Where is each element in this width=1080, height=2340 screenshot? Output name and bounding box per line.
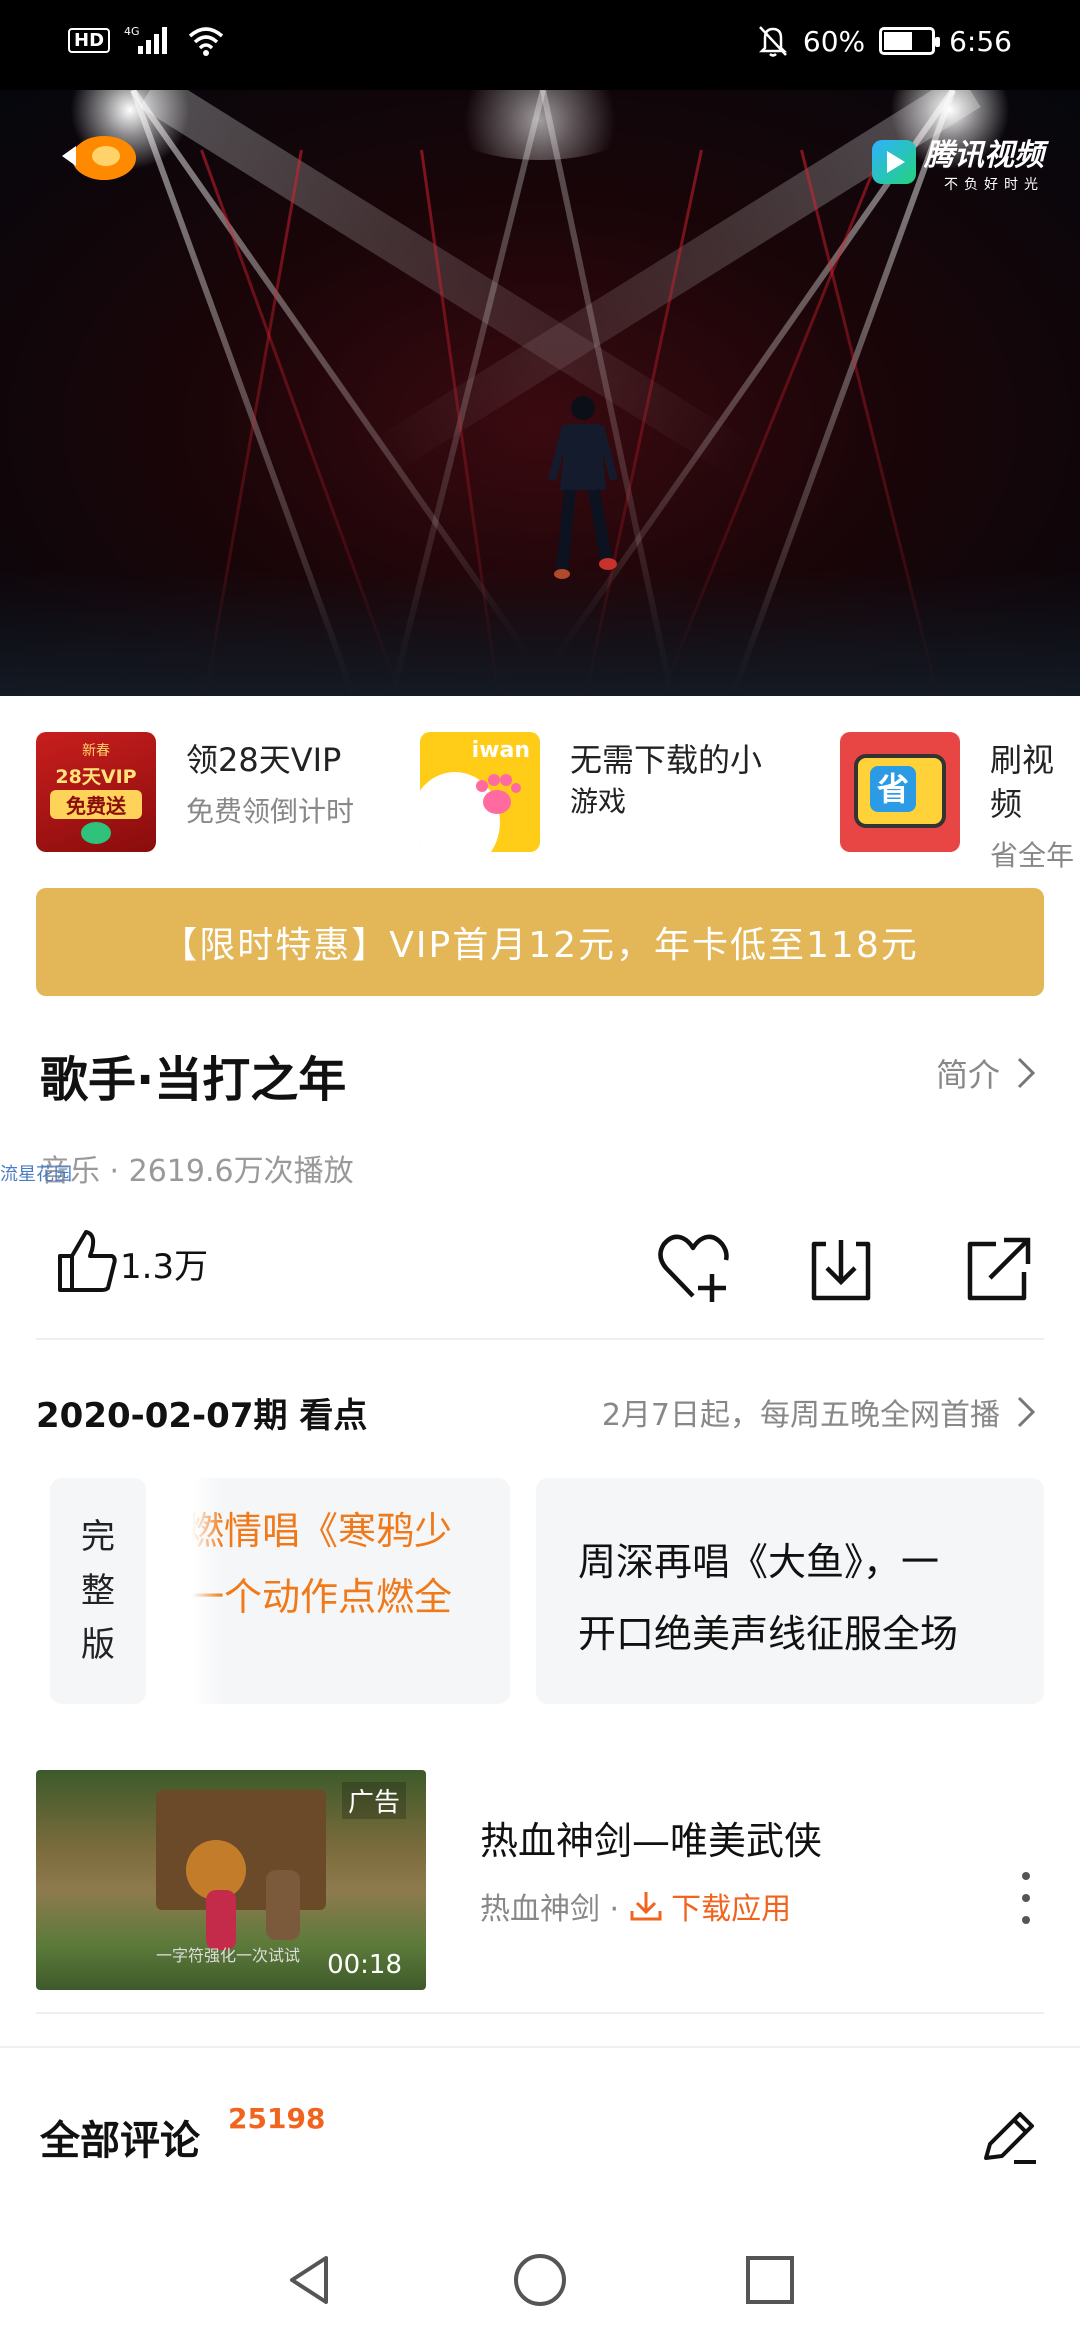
ad-badge: 广告 <box>341 1782 406 1819</box>
promo-subtitle: 省全年 <box>990 839 1075 872</box>
episode-title: 2020-02-07期 看点 <box>36 1396 368 1436</box>
comments-title: 全部评论 <box>40 2118 200 2164</box>
show-meta: 音乐 · 2619.6万次播放 <box>40 1154 354 1189</box>
network-label: 4G <box>124 25 140 38</box>
ad-scene-character <box>266 1870 300 1940</box>
clip-title-line: 开口绝美声线征服全场 <box>578 1612 959 1656</box>
vip-offer-banner[interactable]: 【限时特惠】VIP首月12元，年卡低至118元 <box>36 888 1044 996</box>
battery-percent: 60% <box>802 24 866 58</box>
like-button[interactable]: 1.3万 <box>56 1228 208 1294</box>
promo-title: 无需下载的小 <box>570 741 763 779</box>
favorite-add-icon[interactable] <box>656 1232 730 1306</box>
platform-slogan: 不负好时光 <box>944 177 1044 193</box>
tv-save-icon: 省 <box>840 732 960 852</box>
ad-scene-building <box>156 1790 326 1910</box>
promo-save[interactable]: 省 刷视频 省全年 <box>840 732 1080 876</box>
edit-comment-icon[interactable] <box>978 2106 1040 2168</box>
like-count: 1.3万 <box>120 1247 209 1287</box>
clip-title-line: 燃情唱《寒鸦少 <box>192 1509 453 1553</box>
chevron-right-icon <box>1017 1057 1036 1089</box>
platform-name: 腾讯视频 <box>924 138 1044 173</box>
paw-icon <box>476 774 521 814</box>
promo-thumb-main: 28天VIP <box>55 766 137 788</box>
show-title: 歌手·当打之年 <box>40 1052 347 1108</box>
wifi-icon <box>188 27 224 56</box>
promo-vip[interactable]: 新春 28天VIP 免费送 领28天VIP 免费领倒计时 <box>36 732 354 852</box>
home-icon[interactable] <box>510 2250 570 2310</box>
video-player[interactable]: 腾讯视频 不负好时光 <box>0 90 1080 696</box>
stage-floor <box>0 570 1080 696</box>
recents-icon[interactable] <box>740 2250 800 2310</box>
promo-title: 领28天VIP <box>186 741 342 779</box>
intro-label: 简介 <box>935 1056 1000 1094</box>
ad-caption: 一字符强化一次试试 <box>156 1946 301 1965</box>
ad-download-button[interactable]: 下载应用 <box>629 1884 791 1928</box>
full-version-char: 完 <box>81 1517 115 1557</box>
chevron-right-icon <box>1017 1396 1036 1428</box>
promo-thumb-top: 新春 <box>82 743 110 759</box>
clock: 6:56 <box>949 24 1012 58</box>
back-icon[interactable] <box>280 2250 340 2310</box>
divider <box>36 2012 1044 2014</box>
ad-scene-character <box>206 1890 236 1950</box>
highlight-clip[interactable]: 燃情唱《寒鸦少 一个动作点燃全 <box>192 1478 510 1704</box>
promo-title: 刷视频 <box>990 741 1055 823</box>
singer-figure <box>548 396 618 579</box>
iwan-games-icon: iwan <box>420 732 540 852</box>
promo-subtitle: 免费领倒计时 <box>186 795 355 828</box>
system-nav-bar <box>0 2230 1080 2340</box>
ad-download-label: 下载应用 <box>671 1892 792 1927</box>
comments-count: 25198 <box>228 2102 326 2135</box>
download-icon <box>630 1892 662 1921</box>
tencent-video-logo: 腾讯视频 不负好时光 <box>872 130 1044 194</box>
episode-schedule-link[interactable]: 2月7日起，每周五晚全网首播 <box>602 1390 1036 1434</box>
download-icon[interactable] <box>804 1232 878 1306</box>
hd-badge: HD <box>68 27 111 53</box>
promo-thumb-bottom: 免费送 <box>50 790 142 819</box>
ad-title[interactable]: 热血神剑—唯美武侠 <box>480 1810 822 1865</box>
share-icon[interactable] <box>960 1232 1034 1306</box>
clip-title-line: 一个动作点燃全 <box>192 1575 453 1619</box>
divider <box>0 2046 1080 2048</box>
scroll-fade <box>192 1478 222 1704</box>
full-version-char: 整 <box>81 1571 115 1611</box>
signal-icon: 4G <box>124 25 168 54</box>
ad-source-row: 热血神剑 · 下载应用 <box>480 1884 791 1928</box>
clip-title-line: 周深再唱《大鱼》，一 <box>578 1540 940 1584</box>
divider <box>36 1338 1044 1340</box>
ad-video-thumbnail[interactable]: 广告 一字符强化一次试试 00:18 <box>36 1770 426 1990</box>
promo-subtitle: 游戏 <box>570 785 627 818</box>
intro-link[interactable]: 简介 <box>936 1050 1036 1096</box>
iwan-label: iwan <box>471 738 530 763</box>
episode-schedule: 2月7日起，每周五晚全网首播 <box>601 1398 1000 1433</box>
tv-save-label: 省 <box>870 766 916 812</box>
mango-tv-logo <box>62 136 136 180</box>
watermark-text: 流星花园 <box>0 1164 72 1185</box>
battery-level <box>884 32 912 50</box>
ad-source: 热血神剑 · <box>480 1892 620 1927</box>
full-version-tab[interactable]: 完 整 版 <box>50 1478 146 1704</box>
more-options-icon[interactable] <box>1020 1872 1032 1924</box>
promo-minigames[interactable]: iwan 无需下载的小 游戏 <box>420 732 762 852</box>
battery-icon <box>879 27 941 55</box>
highlight-clip[interactable]: 周深再唱《大鱼》，一 开口绝美声线征服全场 <box>536 1478 1044 1704</box>
thumbs-up-icon <box>58 1230 117 1292</box>
ad-duration: 00:18 <box>327 1950 402 1980</box>
vip-gift-icon: 新春 28天VIP 免费送 <box>36 732 156 852</box>
full-version-char: 版 <box>81 1625 115 1665</box>
mute-icon <box>758 26 787 57</box>
status-bar: HD 4G 60% 6:56 <box>0 0 1080 90</box>
tencent-video-play-icon <box>872 140 916 184</box>
play-badge-icon <box>81 822 111 844</box>
